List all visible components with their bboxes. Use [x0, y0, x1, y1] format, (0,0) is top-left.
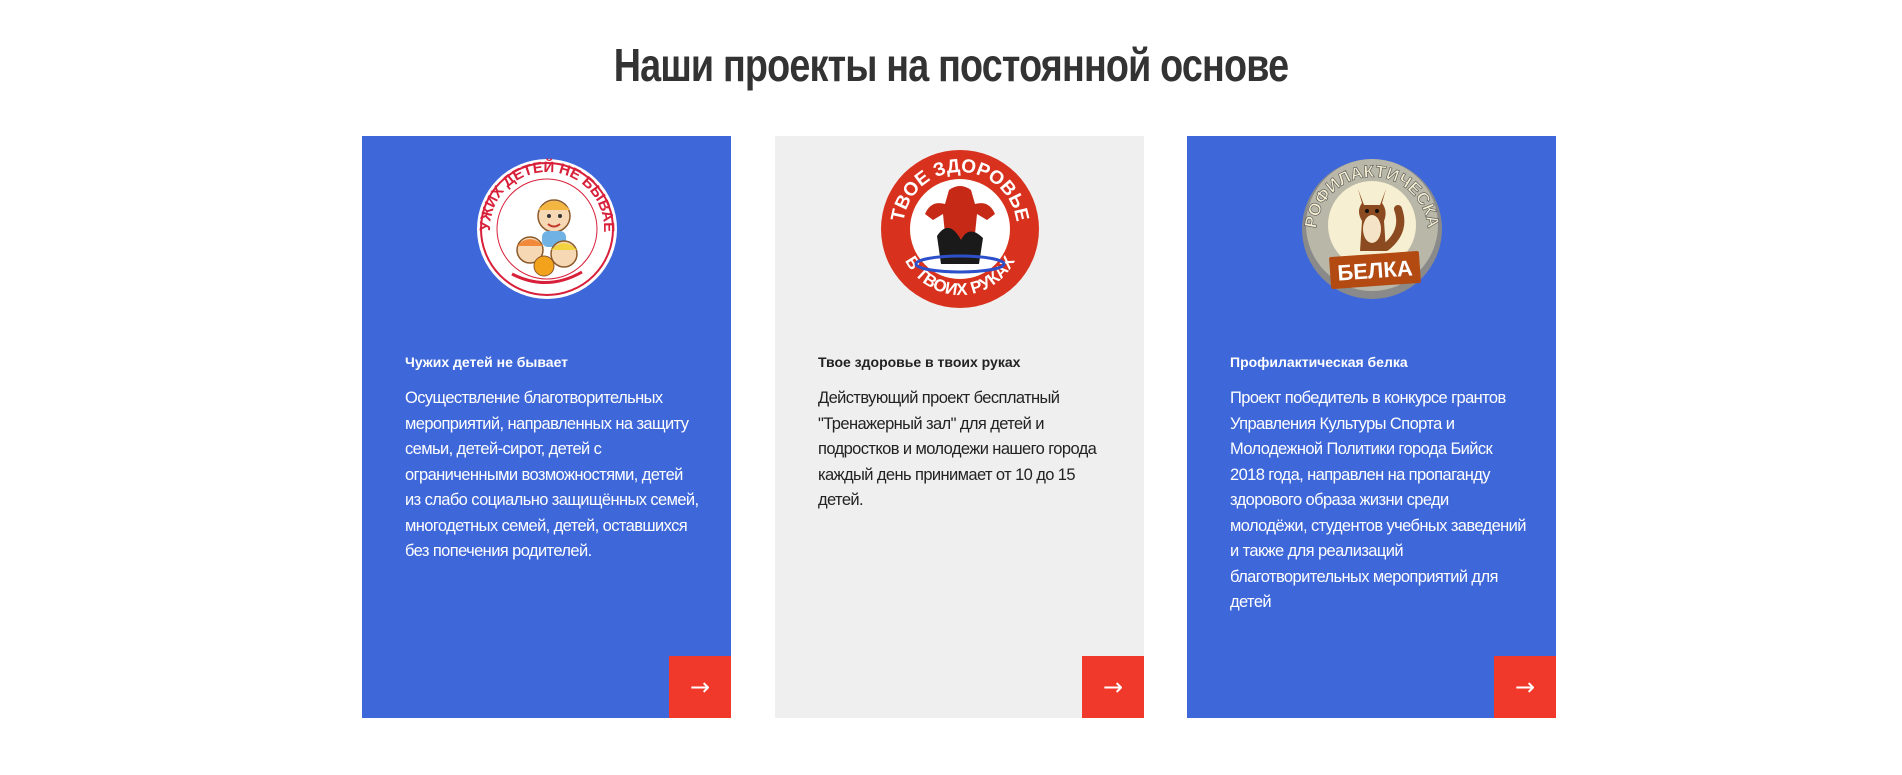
arrow-right-icon: →	[1102, 673, 1124, 701]
arrow-right-icon: →	[1514, 673, 1536, 701]
card-description: Осуществление благотворительных мероприя…	[405, 389, 699, 560]
card-title: Чужих детей не бывает	[405, 354, 569, 370]
card-description: Проект победитель в конкурсе грантов Упр…	[1230, 389, 1527, 611]
svg-text:БЕЛКА: БЕЛКА	[1336, 255, 1413, 285]
card-title: Профилактическая белка	[1230, 354, 1408, 370]
section-title: Наши проекты на постоянной основе	[613, 39, 1289, 91]
card-description: Действующий проект бесплатный "Тренажерн…	[818, 389, 1097, 509]
card-more-button[interactable]: →	[669, 656, 731, 718]
project-logo-squirrel: ПРОФИЛАКТИЧЕСКАЯ БЕЛКА	[1187, 150, 1556, 308]
card-more-button[interactable]: →	[1494, 656, 1556, 718]
project-card-1: ЧУЖИХ ДЕТЕЙ НЕ БЫВАЕТ Чужих детей не быв…	[362, 136, 731, 718]
arrow-right-icon: →	[689, 673, 711, 701]
project-card-2: ТВОЕ ЗДОРОВЬЕ В ТВОИХ РУКАХ Твое здоровь…	[775, 136, 1144, 718]
project-logo-health: ТВОЕ ЗДОРОВЬЕ В ТВОИХ РУКАХ	[775, 150, 1144, 308]
card-more-button[interactable]: →	[1082, 656, 1144, 718]
project-card-3: ПРОФИЛАКТИЧЕСКАЯ БЕЛКА Профилактическая …	[1187, 136, 1556, 718]
project-logo-children: ЧУЖИХ ДЕТЕЙ НЕ БЫВАЕТ	[362, 150, 731, 308]
card-title: Твое здоровье в твоих руках	[818, 354, 1021, 370]
